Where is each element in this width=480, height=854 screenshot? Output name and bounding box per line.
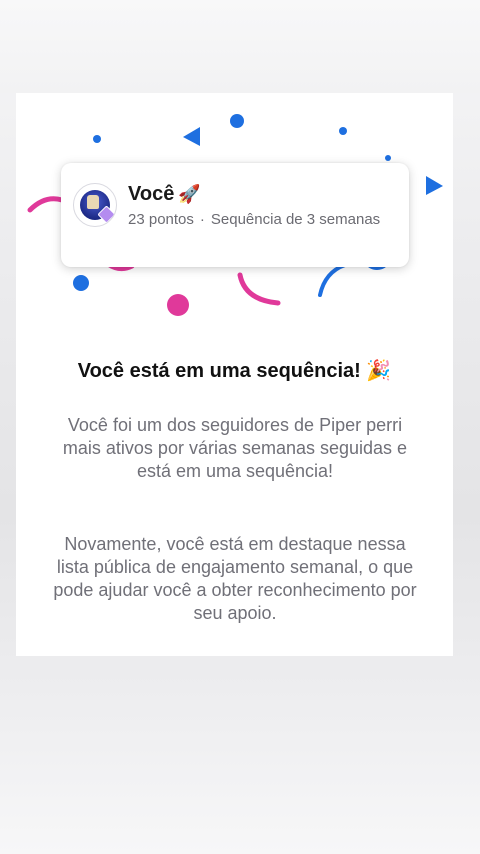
- profile-card: Você 🚀 23 pontos · Sequência de 3 semanas: [61, 163, 409, 267]
- points-label: 23 pontos: [128, 211, 194, 228]
- highlight-description: Novamente, você está em destaque nessa l…: [53, 534, 417, 623]
- streak-label: Sequência de 3 semanas: [210, 211, 381, 228]
- confetti-triangle: [183, 127, 200, 146]
- avatar-icon: [73, 183, 117, 227]
- confetti-triangle: [426, 176, 443, 195]
- profile-name: Você 🚀: [128, 183, 201, 206]
- party-popper-icon: 🎉: [366, 360, 392, 382]
- profile-meta: 23 pontos · Sequência de 3 semanas: [128, 210, 398, 230]
- confetti-dot: [339, 127, 347, 135]
- meta-separator: ·: [199, 211, 205, 228]
- rocket-icon: 🚀: [178, 184, 201, 204]
- confetti-arc: [318, 263, 347, 297]
- confetti-arc: [237, 272, 281, 306]
- headline-text: Você está em uma sequência!: [77, 360, 361, 382]
- confetti-dot: [93, 135, 101, 143]
- streak-description: Você foi um dos seguidores de Piper perr…: [62, 415, 408, 481]
- confetti-dot: [230, 114, 244, 128]
- confetti-arc: [27, 196, 65, 213]
- confetti-dot: [167, 294, 189, 316]
- profile-name-text: Você: [128, 183, 175, 205]
- streak-headline: Você está em uma sequência! 🎉: [16, 358, 453, 383]
- confetti-dot: [385, 155, 391, 161]
- confetti-dot: [73, 275, 89, 291]
